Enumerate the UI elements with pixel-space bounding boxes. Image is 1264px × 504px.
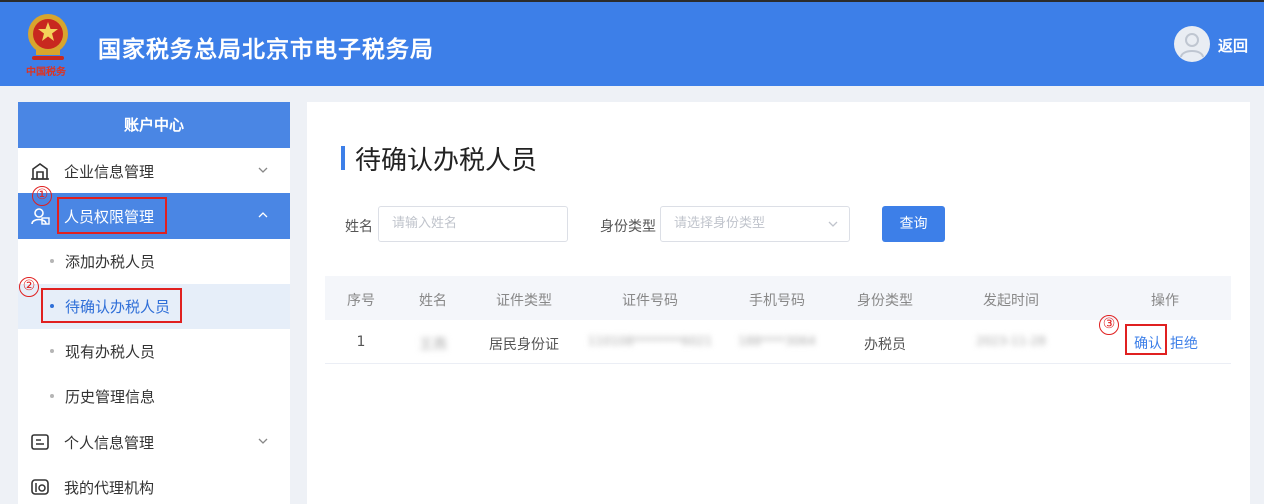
title-accent-bar: [341, 146, 345, 170]
column-header-index: 序号: [347, 293, 375, 309]
building-icon: [31, 163, 49, 180]
cell-id-number: 110108********6021: [587, 334, 713, 348]
query-button[interactable]: 查询: [882, 206, 945, 242]
reject-link[interactable]: 拒绝: [1170, 333, 1198, 353]
site-title: 国家税务总局北京市电子税务局: [98, 37, 434, 63]
bullet-dot: [50, 259, 54, 263]
bullet-dot: [50, 349, 54, 353]
sidebar-subitem-add-tax-staff[interactable]: 添加办税人员: [18, 239, 290, 284]
annotation-box-1: [57, 197, 167, 234]
column-header-id-number: 证件号码: [622, 293, 678, 309]
logo-text: 中国税务: [26, 67, 66, 78]
column-header-start-time: 发起时间: [983, 293, 1039, 309]
sidebar-item-personal-info[interactable]: 个人信息管理: [18, 419, 290, 465]
user-avatar[interactable]: [1174, 26, 1210, 62]
column-header-identity-type: 身份类型: [857, 293, 913, 309]
identity-type-select[interactable]: 请选择身份类型: [660, 206, 850, 242]
user-icon: [1180, 33, 1204, 58]
sidebar-item-label: 个人信息管理: [64, 434, 155, 452]
agency-icon: [31, 479, 49, 495]
column-header-name: 姓名: [419, 293, 447, 309]
table-row: 1 王燕 居民身份证 110108********6021 188****306…: [325, 320, 1231, 364]
table-header: 序号 姓名 证件类型 证件号码 手机号码 身份类型 发起时间 操作: [325, 276, 1231, 320]
sidebar-item-my-agency[interactable]: 我的代理机构: [18, 464, 290, 504]
name-filter-label: 姓名: [345, 219, 373, 235]
sidebar-item-label: 企业信息管理: [64, 163, 155, 181]
sidebar-item-enterprise-info[interactable]: 企业信息管理: [18, 148, 290, 194]
column-header-id-type: 证件类型: [496, 293, 552, 309]
top-header: 中国税务 国家税务总局北京市电子税务局 返回: [0, 0, 1264, 86]
chevron-down-icon: [258, 438, 268, 444]
sidebar-title: 账户中心: [18, 102, 290, 148]
main-panel: 待确认办税人员 姓名 请输入姓名 身份类型 请选择身份类型 查询 序号 姓名 证…: [307, 102, 1250, 504]
cell-id-type: 居民身份证: [489, 337, 559, 353]
bullet-dot: [50, 394, 54, 398]
page-title: 待确认办税人员: [355, 146, 538, 176]
identity-type-filter-label: 身份类型: [600, 219, 656, 235]
column-header-phone: 手机号码: [749, 293, 805, 309]
annotation-box-2: [41, 288, 182, 323]
cell-identity-type: 办税员: [864, 337, 906, 353]
column-header-actions: 操作: [1151, 293, 1179, 309]
annotation-number-1: ①: [32, 186, 52, 206]
sidebar-subitem-label: 历史管理信息: [65, 388, 156, 406]
annotation-number-2: ②: [19, 277, 39, 297]
back-link[interactable]: 返回: [1218, 35, 1248, 56]
chevron-down-icon: [258, 167, 268, 173]
cell-index: 1: [356, 334, 366, 350]
name-search-input[interactable]: 请输入姓名: [378, 206, 568, 242]
cell-name: 王燕: [419, 337, 447, 353]
sidebar-subitem-label: 现有办税人员: [65, 343, 156, 361]
sidebar-subitem-current-tax-staff[interactable]: 现有办税人员: [18, 329, 290, 374]
annotation-number-3: ③: [1099, 315, 1119, 335]
sidebar-subitem-history[interactable]: 历史管理信息: [18, 374, 290, 419]
cell-phone: 188****3064: [738, 334, 816, 348]
chevron-up-icon: [258, 212, 268, 218]
identity-type-placeholder: 请选择身份类型: [674, 216, 766, 231]
id-card-icon: [31, 434, 49, 450]
sidebar-subitem-label: 添加办税人员: [65, 253, 156, 271]
annotation-box-3: [1125, 324, 1167, 355]
chevron-down-icon: [828, 221, 838, 227]
tax-emblem-logo: 中国税务: [22, 10, 74, 78]
cell-start-time: 2023-11-28: [976, 334, 1046, 348]
sidebar-item-label: 我的代理机构: [64, 479, 155, 497]
user-lock-icon: [31, 208, 50, 225]
